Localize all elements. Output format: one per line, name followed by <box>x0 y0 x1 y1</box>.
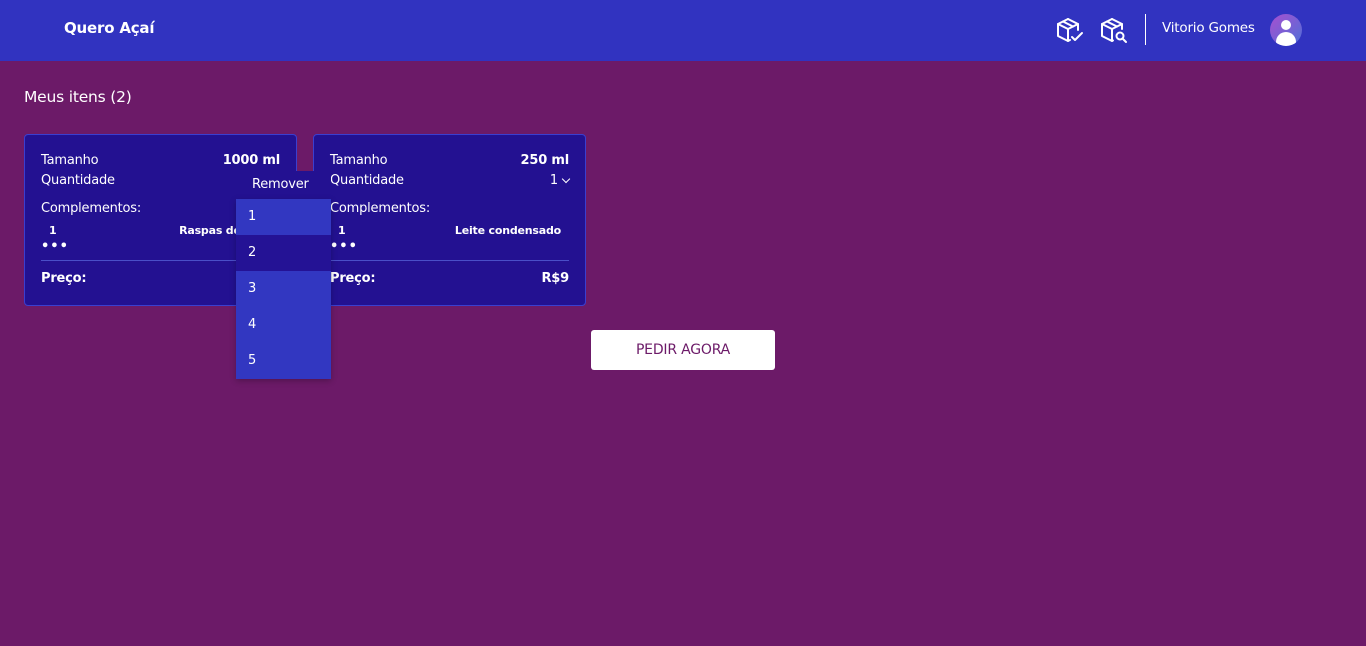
price-label: Preço: <box>330 271 376 286</box>
size-label: Tamanho <box>330 153 388 168</box>
quantity-option[interactable]: 2 <box>236 235 331 271</box>
brand-logo[interactable]: Quero Açaí <box>64 19 154 37</box>
complement-qty: 1 <box>338 224 346 237</box>
package-check-icon[interactable] <box>1056 16 1084 44</box>
quantity-option[interactable]: 5 <box>236 343 331 379</box>
size-label: Tamanho <box>41 153 99 168</box>
quantity-option[interactable]: 1 <box>236 199 331 235</box>
card-divider <box>330 260 569 261</box>
top-navbar: Quero Açaí Vitorio Gomes <box>0 0 1366 61</box>
price-value: R$9 <box>541 271 569 286</box>
price-label: Preço: <box>41 271 87 286</box>
cart-item-card: Tamanho 250 ml Quantidade 1 Complementos… <box>313 134 586 306</box>
chevron-down-icon <box>561 174 571 183</box>
complements-label: Complementos: <box>330 201 431 216</box>
quantity-label: Quantidade <box>41 173 115 188</box>
remove-item-option[interactable]: Remover <box>236 171 331 199</box>
size-value: 1000 ml <box>222 153 281 168</box>
avatar-icon[interactable] <box>1270 14 1302 46</box>
size-value: 250 ml <box>520 153 570 168</box>
more-complements-button[interactable]: ••• <box>41 240 69 253</box>
more-complements-button[interactable]: ••• <box>330 240 358 253</box>
package-search-icon[interactable] <box>1100 16 1128 44</box>
quantity-option[interactable]: 4 <box>236 307 331 343</box>
complement-qty: 1 <box>49 224 57 237</box>
page-title: Meus itens (2) <box>24 88 132 106</box>
quantity-value: 1 <box>549 173 558 188</box>
quantity-option[interactable]: 3 <box>236 271 331 307</box>
quantity-select[interactable]: 1 <box>549 173 571 188</box>
quantity-dropdown-menu: 1 2 3 4 5 <box>236 199 331 379</box>
complements-label: Complementos: <box>41 201 142 216</box>
user-name[interactable]: Vitorio Gomes <box>1162 20 1255 36</box>
complement-row: 1 Leite condensado <box>338 224 561 237</box>
quantity-label: Quantidade <box>330 173 404 188</box>
complement-name: Leite condensado <box>454 224 561 237</box>
header-divider <box>1145 14 1146 45</box>
order-now-button[interactable]: PEDIR AGORA <box>591 330 775 370</box>
